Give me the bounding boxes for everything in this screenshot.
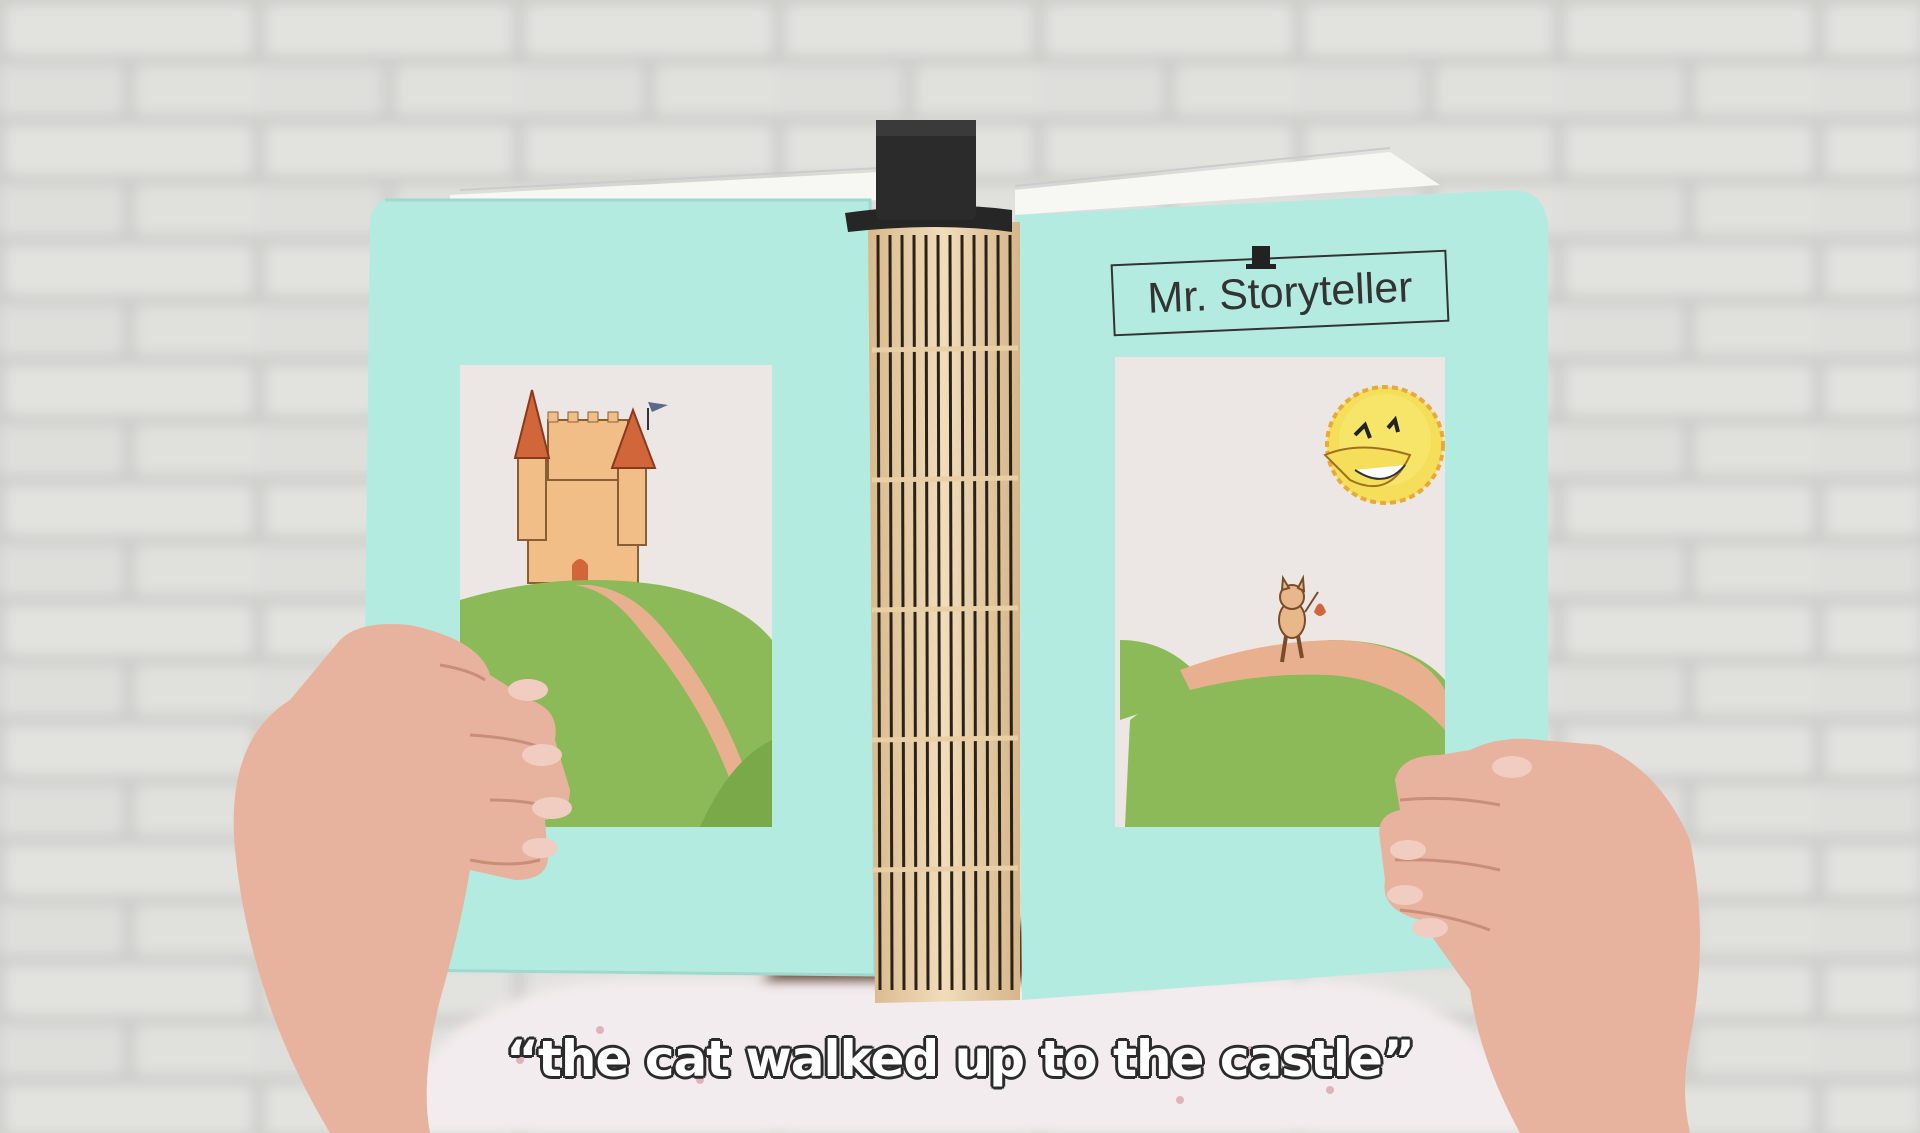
book-spine xyxy=(868,222,1020,1003)
subtitle-caption: “the cat walked up to the castle” xyxy=(506,1030,1415,1088)
cat-walking-hill-illustration xyxy=(1115,357,1445,827)
photo-scene: Mr. Storyteller xyxy=(0,0,1920,1133)
